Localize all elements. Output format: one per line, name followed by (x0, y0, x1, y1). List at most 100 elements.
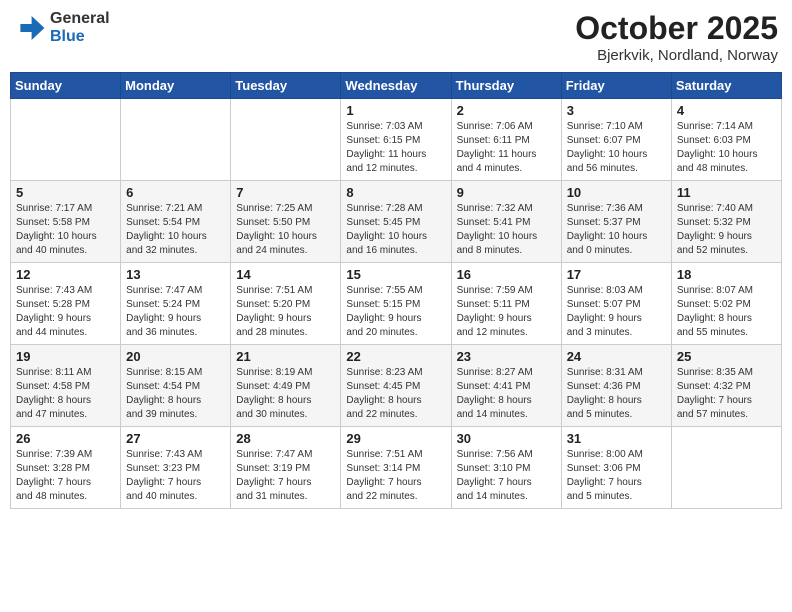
day-info: Sunrise: 7:51 AM Sunset: 5:20 PM Dayligh… (236, 284, 335, 340)
day-info: Sunrise: 7:47 AM Sunset: 3:19 PM Dayligh… (236, 448, 335, 504)
calendar-cell: 19Sunrise: 8:11 AM Sunset: 4:58 PM Dayli… (11, 345, 121, 427)
day-number: 8 (346, 185, 445, 200)
day-info: Sunrise: 8:23 AM Sunset: 4:45 PM Dayligh… (346, 366, 445, 422)
day-number: 21 (236, 349, 335, 364)
logo-line2: Blue (50, 28, 110, 46)
calendar-cell (11, 99, 121, 181)
day-number: 22 (346, 349, 445, 364)
day-info: Sunrise: 7:47 AM Sunset: 5:24 PM Dayligh… (126, 284, 225, 340)
day-info: Sunrise: 8:00 AM Sunset: 3:06 PM Dayligh… (567, 448, 666, 504)
day-number: 18 (677, 267, 776, 282)
calendar-week-row: 1 Sunrise: 7:03 AM Sunset: 6:15 PM Daylig… (11, 99, 782, 181)
weekday-header: Saturday (671, 73, 781, 99)
calendar-week-row: 12 Sunrise: 7:43 AM Sunset: 5:28 PM Dayli… (11, 263, 782, 345)
day-number: 5 (16, 185, 115, 200)
day-number: 29 (346, 431, 445, 446)
day-number: 17 (567, 267, 666, 282)
calendar-cell: 22 Sunrise: 8:23 AM Sunset: 4:45 PM Dayli… (341, 345, 451, 427)
day-number: 9 (457, 185, 556, 200)
day-info: Sunrise: 7:10 AM Sunset: 6:07 PM Dayligh… (567, 120, 666, 176)
day-info: Sunrise: 7:39 AM Sunset: 3:28 PM Dayligh… (16, 448, 115, 504)
day-info: Sunrise: 7:59 AM Sunset: 5:11 PM Dayligh… (457, 284, 556, 340)
day-number: 19 (16, 349, 115, 364)
page-header: General Blue October 2025 Bjerkvik, Nord… (10, 10, 782, 64)
weekday-header: Tuesday (231, 73, 341, 99)
weekday-header-row: SundayMondayTuesdayWednesdayThursdayFrid… (11, 73, 782, 99)
day-number: 13 (126, 267, 225, 282)
calendar-cell: 14 Sunrise: 7:51 AM Sunset: 5:20 PM Dayli… (231, 263, 341, 345)
calendar-cell: 11Sunrise: 7:40 AM Sunset: 5:32 PM Dayli… (671, 181, 781, 263)
day-info: Sunrise: 7:43 AM Sunset: 3:23 PM Dayligh… (126, 448, 225, 504)
calendar-cell: 24 Sunrise: 8:31 AM Sunset: 4:36 PM Dayli… (561, 345, 671, 427)
weekday-header: Wednesday (341, 73, 451, 99)
day-number: 30 (457, 431, 556, 446)
day-number: 31 (567, 431, 666, 446)
logo-icon (14, 12, 46, 44)
calendar-cell: 16Sunrise: 7:59 AM Sunset: 5:11 PM Dayli… (451, 263, 561, 345)
day-info: Sunrise: 8:27 AM Sunset: 4:41 PM Dayligh… (457, 366, 556, 422)
calendar-cell (121, 99, 231, 181)
calendar-table: SundayMondayTuesdayWednesdayThursdayFrid… (10, 72, 782, 509)
day-number: 14 (236, 267, 335, 282)
weekday-header: Monday (121, 73, 231, 99)
day-number: 12 (16, 267, 115, 282)
day-info: Sunrise: 8:31 AM Sunset: 4:36 PM Dayligh… (567, 366, 666, 422)
month-title: October 2025 (575, 10, 778, 47)
calendar-cell: 21 Sunrise: 8:19 AM Sunset: 4:49 PM Dayli… (231, 345, 341, 427)
day-info: Sunrise: 8:15 AM Sunset: 4:54 PM Dayligh… (126, 366, 225, 422)
calendar-cell (671, 427, 781, 509)
day-info: Sunrise: 7:56 AM Sunset: 3:10 PM Dayligh… (457, 448, 556, 504)
calendar-cell: 25Sunrise: 8:35 AM Sunset: 4:32 PM Dayli… (671, 345, 781, 427)
day-number: 6 (126, 185, 225, 200)
day-number: 27 (126, 431, 225, 446)
calendar-cell: 1 Sunrise: 7:03 AM Sunset: 6:15 PM Daylig… (341, 99, 451, 181)
title-block: October 2025 Bjerkvik, Nordland, Norway (575, 10, 778, 64)
calendar-cell: 13 Sunrise: 7:47 AM Sunset: 5:24 PM Dayli… (121, 263, 231, 345)
logo: General Blue (14, 10, 110, 45)
calendar-cell: 30 Sunrise: 7:56 AM Sunset: 3:10 PM Dayli… (451, 427, 561, 509)
calendar-cell: 2 Sunrise: 7:06 AM Sunset: 6:11 PM Daylig… (451, 99, 561, 181)
calendar-cell: 7Sunrise: 7:25 AM Sunset: 5:50 PM Daylig… (231, 181, 341, 263)
calendar-week-row: 5Sunrise: 7:17 AM Sunset: 5:58 PM Daylig… (11, 181, 782, 263)
day-info: Sunrise: 7:51 AM Sunset: 3:14 PM Dayligh… (346, 448, 445, 504)
logo-line1: General (50, 10, 110, 28)
day-info: Sunrise: 7:25 AM Sunset: 5:50 PM Dayligh… (236, 202, 335, 258)
weekday-header: Sunday (11, 73, 121, 99)
day-info: Sunrise: 7:40 AM Sunset: 5:32 PM Dayligh… (677, 202, 776, 258)
day-info: Sunrise: 7:36 AM Sunset: 5:37 PM Dayligh… (567, 202, 666, 258)
logo-text: General Blue (50, 10, 110, 45)
calendar-cell: 17 Sunrise: 8:03 AM Sunset: 5:07 PM Dayli… (561, 263, 671, 345)
day-number: 26 (16, 431, 115, 446)
day-number: 1 (346, 103, 445, 118)
location-subtitle: Bjerkvik, Nordland, Norway (575, 47, 778, 64)
day-number: 24 (567, 349, 666, 364)
calendar-cell: 18Sunrise: 8:07 AM Sunset: 5:02 PM Dayli… (671, 263, 781, 345)
day-info: Sunrise: 7:21 AM Sunset: 5:54 PM Dayligh… (126, 202, 225, 258)
calendar-cell: 9 Sunrise: 7:32 AM Sunset: 5:41 PM Daylig… (451, 181, 561, 263)
day-number: 25 (677, 349, 776, 364)
day-number: 15 (346, 267, 445, 282)
day-number: 20 (126, 349, 225, 364)
weekday-header: Thursday (451, 73, 561, 99)
calendar-cell: 6 Sunrise: 7:21 AM Sunset: 5:54 PM Daylig… (121, 181, 231, 263)
day-info: Sunrise: 7:14 AM Sunset: 6:03 PM Dayligh… (677, 120, 776, 176)
day-number: 28 (236, 431, 335, 446)
day-info: Sunrise: 8:19 AM Sunset: 4:49 PM Dayligh… (236, 366, 335, 422)
calendar-cell: 26 Sunrise: 7:39 AM Sunset: 3:28 PM Dayli… (11, 427, 121, 509)
day-info: Sunrise: 7:32 AM Sunset: 5:41 PM Dayligh… (457, 202, 556, 258)
day-info: Sunrise: 7:06 AM Sunset: 6:11 PM Dayligh… (457, 120, 556, 176)
day-info: Sunrise: 7:03 AM Sunset: 6:15 PM Dayligh… (346, 120, 445, 176)
calendar-cell: 8Sunrise: 7:28 AM Sunset: 5:45 PM Daylig… (341, 181, 451, 263)
calendar-cell: 31 Sunrise: 8:00 AM Sunset: 3:06 PM Dayli… (561, 427, 671, 509)
calendar-cell: 29 Sunrise: 7:51 AM Sunset: 3:14 PM Dayli… (341, 427, 451, 509)
calendar-cell: 15Sunrise: 7:55 AM Sunset: 5:15 PM Dayli… (341, 263, 451, 345)
calendar-cell: 27 Sunrise: 7:43 AM Sunset: 3:23 PM Dayli… (121, 427, 231, 509)
calendar-cell: 23Sunrise: 8:27 AM Sunset: 4:41 PM Dayli… (451, 345, 561, 427)
day-number: 4 (677, 103, 776, 118)
calendar-week-row: 26 Sunrise: 7:39 AM Sunset: 3:28 PM Dayli… (11, 427, 782, 509)
calendar-week-row: 19Sunrise: 8:11 AM Sunset: 4:58 PM Dayli… (11, 345, 782, 427)
day-info: Sunrise: 7:43 AM Sunset: 5:28 PM Dayligh… (16, 284, 115, 340)
day-info: Sunrise: 8:03 AM Sunset: 5:07 PM Dayligh… (567, 284, 666, 340)
day-number: 2 (457, 103, 556, 118)
calendar-cell: 3Sunrise: 7:10 AM Sunset: 6:07 PM Daylig… (561, 99, 671, 181)
